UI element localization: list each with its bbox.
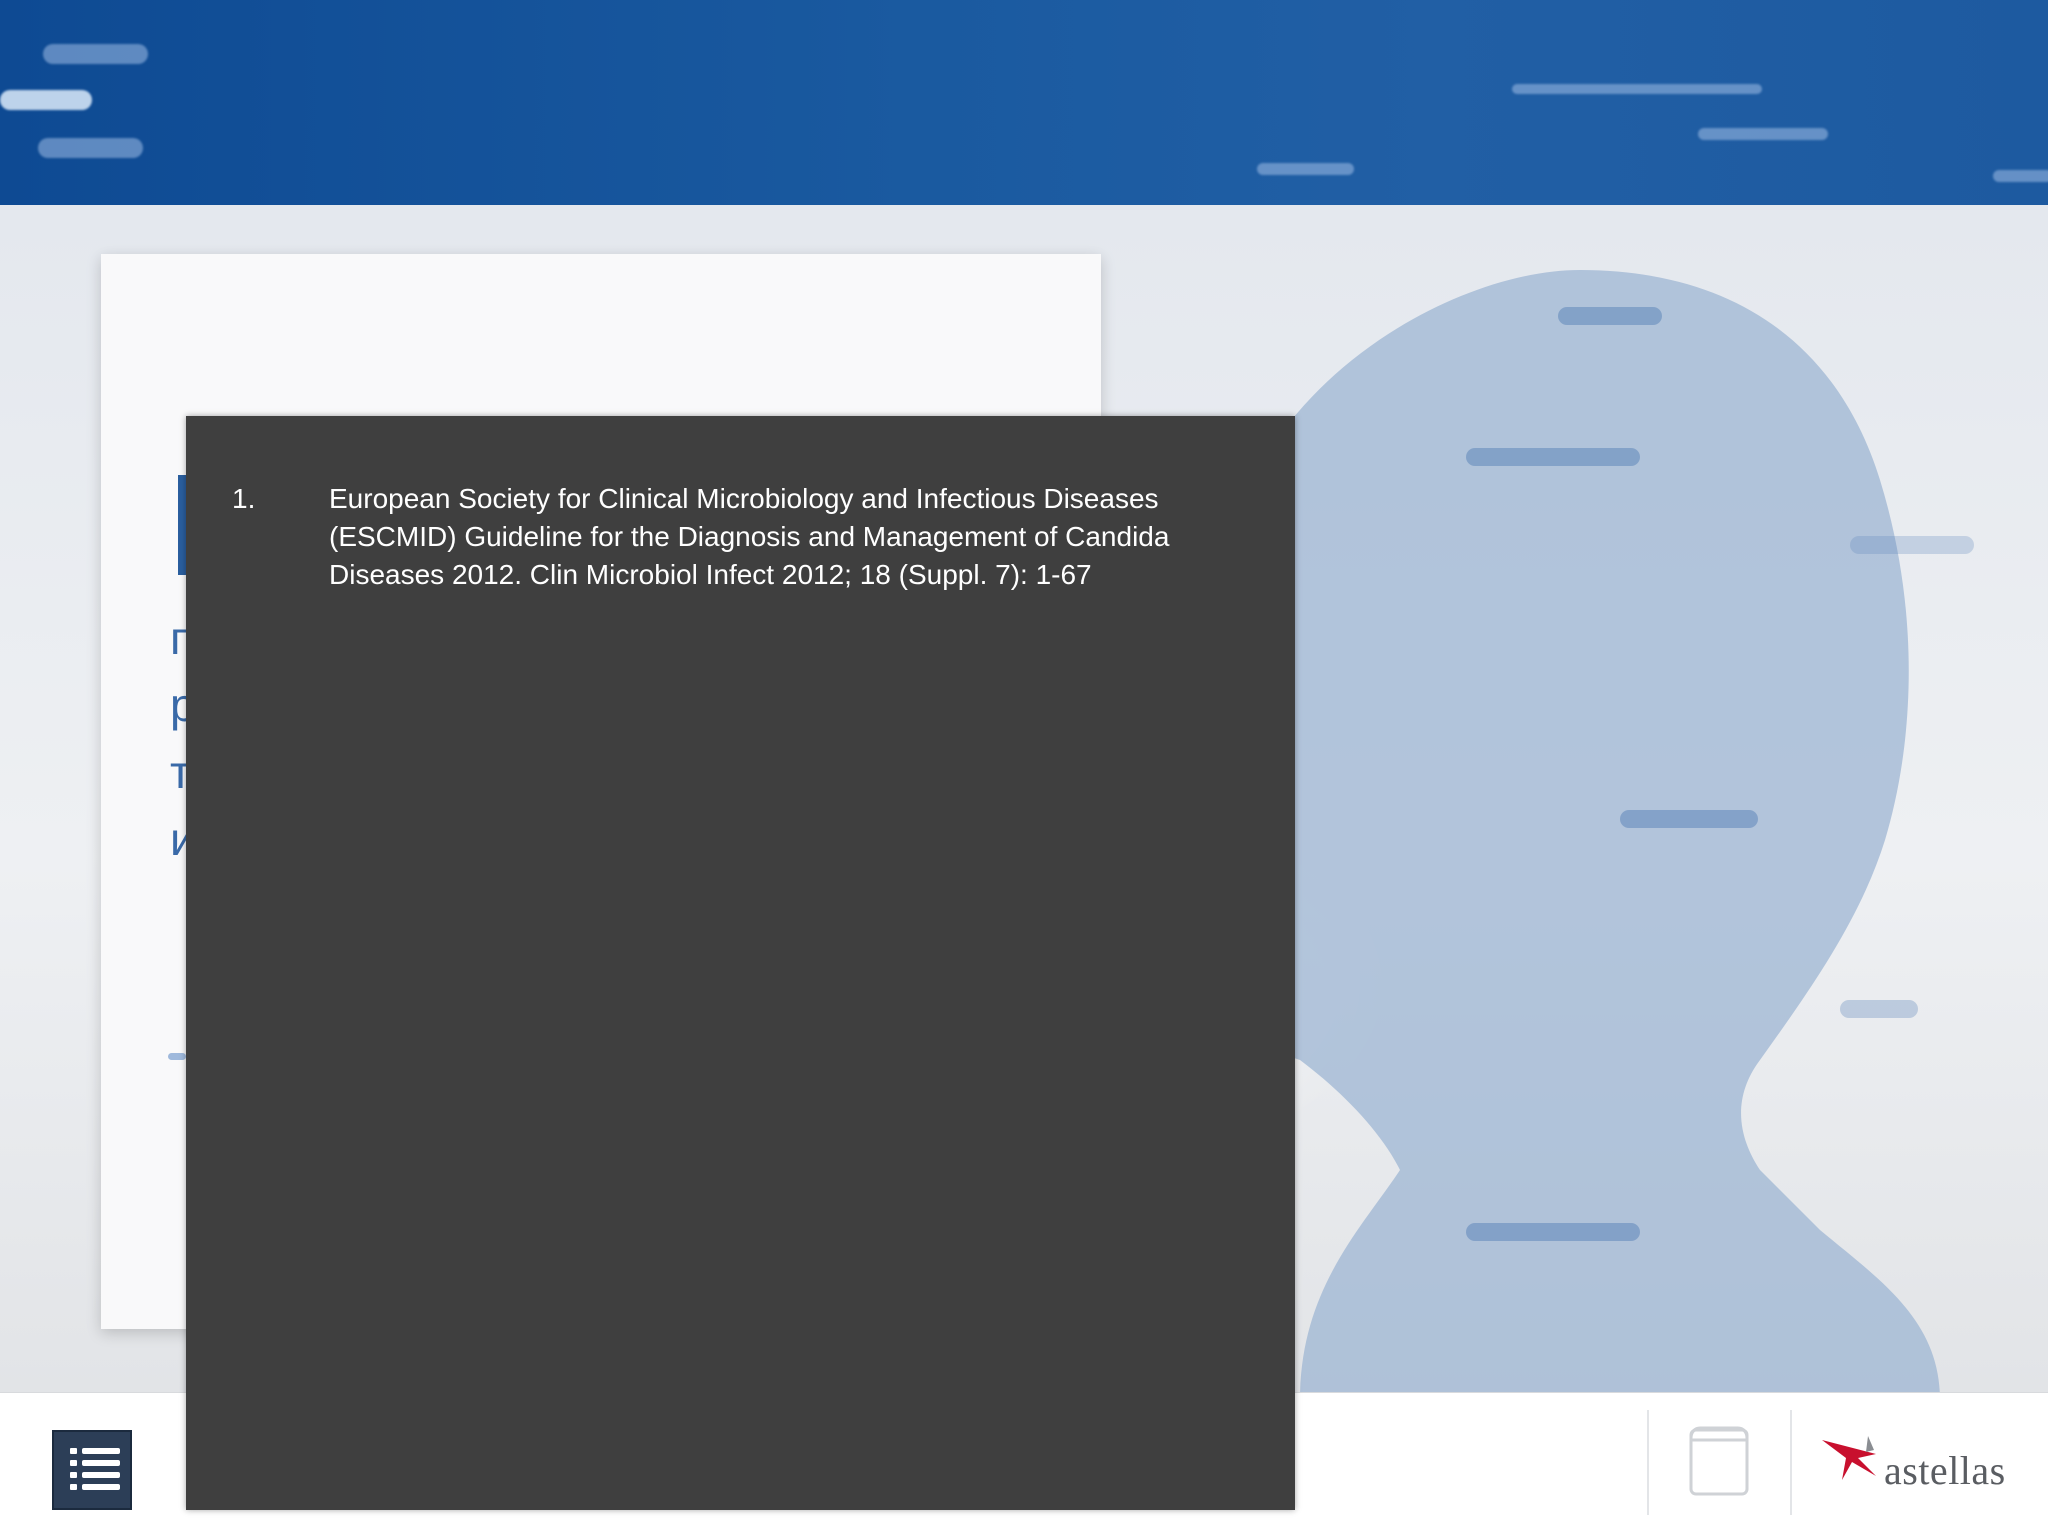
- footer-divider: [1790, 1410, 1792, 1515]
- reference-number: 1.: [232, 483, 256, 514]
- scene-decoration: [1558, 307, 1662, 325]
- header-decoration: [1698, 128, 1828, 140]
- references-popup: 1. European Society for Clinical Microbi…: [186, 416, 1295, 1510]
- header-decoration: [38, 138, 143, 158]
- scene-decoration: [1840, 1000, 1918, 1018]
- book-icon[interactable]: [1688, 1424, 1750, 1498]
- scene-decoration: [1466, 1223, 1640, 1241]
- footer-divider: [1647, 1410, 1649, 1515]
- card-indicator: [168, 1053, 186, 1060]
- scene-decoration: [1850, 536, 1974, 554]
- astellas-logo-text: astellas: [1884, 1448, 2006, 1493]
- header-decoration: [1257, 163, 1354, 175]
- header-banner: [0, 0, 2048, 205]
- header-decoration: [1512, 84, 1762, 94]
- scene-decoration: [1466, 448, 1640, 466]
- header-decoration: [0, 90, 92, 110]
- reference-text: European Society for Clinical Microbiolo…: [329, 483, 1170, 590]
- header-decoration: [1993, 170, 2048, 182]
- header-decoration: [43, 44, 148, 64]
- scene-decoration: [1620, 810, 1758, 828]
- menu-button[interactable]: [52, 1430, 132, 1510]
